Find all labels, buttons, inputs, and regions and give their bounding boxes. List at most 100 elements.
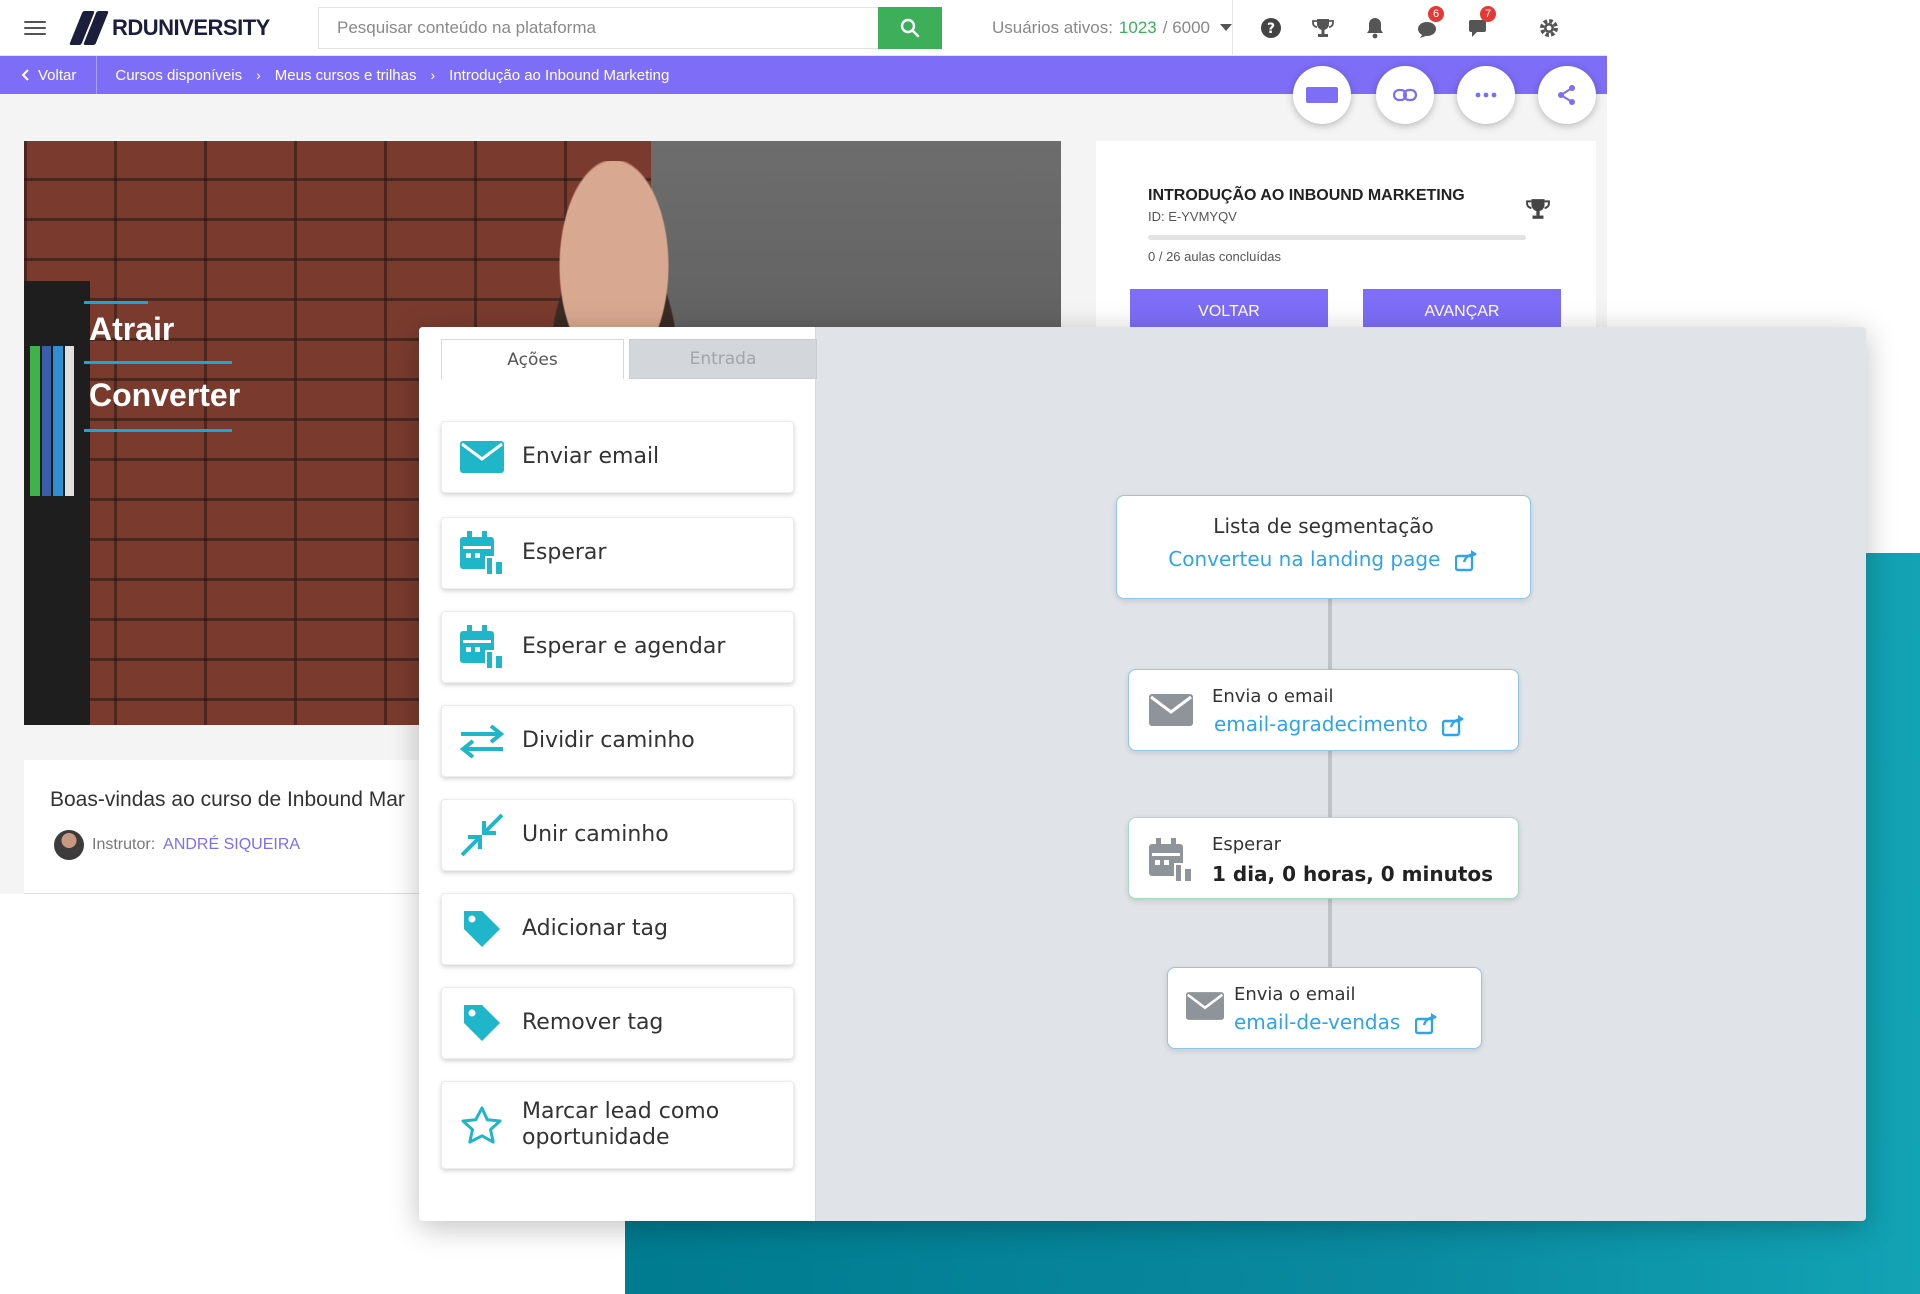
mentions-button[interactable]: 6 xyxy=(1401,0,1453,56)
course-id: ID: E-YVMYQV xyxy=(1148,209,1237,224)
gear-icon xyxy=(1540,18,1558,37)
tab-acoes[interactable]: Ações xyxy=(441,339,624,379)
video-title-line xyxy=(84,361,232,364)
segmentation-link[interactable]: Converteu na landing page xyxy=(1117,547,1530,572)
settings-button[interactable] xyxy=(1523,0,1575,56)
action-mark-opportunity[interactable]: Marcar lead como oportunidade xyxy=(441,1081,794,1169)
rd-university-logo[interactable]: RDUNIVERSITY xyxy=(69,10,310,45)
breadcrumb-courses[interactable]: Cursos disponíveis xyxy=(115,67,242,84)
svg-text:?: ? xyxy=(1267,21,1275,37)
instructor-info: Instrutor: ANDRÉ SIQUEIRA xyxy=(54,830,300,860)
envelope-icon xyxy=(1149,694,1193,726)
lesson-title: Boas-vindas ao curso de Inbound Mar xyxy=(50,788,405,811)
envelope-icon xyxy=(460,441,504,473)
automation-flow-editor: Ações Entrada Enviar email Esperar Esper… xyxy=(419,327,1866,1221)
send-email-node[interactable]: Envia o email email-agradecimento xyxy=(1128,669,1519,751)
email-link[interactable]: email-de-vendas xyxy=(1234,1010,1439,1035)
search-button[interactable] xyxy=(878,6,942,49)
notifications-button[interactable] xyxy=(1349,0,1401,56)
help-button[interactable]: ? xyxy=(1245,0,1297,56)
active-users-count: 1023 xyxy=(1118,17,1157,37)
link-icon xyxy=(1393,88,1417,102)
books-image xyxy=(30,346,74,496)
action-label: Marcar lead como oportunidade xyxy=(522,1098,720,1150)
divider xyxy=(1232,0,1233,56)
search-icon xyxy=(900,18,920,37)
messages-badge: 7 xyxy=(1480,5,1496,22)
action-send-email[interactable]: Enviar email xyxy=(441,421,794,493)
split-arrows-icon xyxy=(459,724,505,759)
calendar-icon xyxy=(460,531,504,575)
breadcrumb-my-courses[interactable]: Meus cursos e trilhas xyxy=(275,67,417,84)
node-label: Envia o email xyxy=(1234,984,1356,1005)
action-label: Esperar e agendar xyxy=(522,633,726,659)
email-name: email-de-vendas xyxy=(1234,1010,1401,1034)
tab-entrada[interactable]: Entrada xyxy=(629,339,817,379)
action-split-path[interactable]: Dividir caminho xyxy=(441,705,794,777)
action-label: Dividir caminho xyxy=(522,727,695,753)
search-bar xyxy=(318,6,942,49)
node-title: Lista de segmentação xyxy=(1213,514,1434,538)
calendar-icon xyxy=(460,625,504,669)
segmentation-list-node[interactable]: Lista de segmentação Converteu na landin… xyxy=(1116,495,1531,599)
chevron-right-icon: › xyxy=(430,67,436,83)
wait-duration: 1 dia, 0 horas, 0 minutos xyxy=(1212,862,1494,886)
instructor-label: Instrutor: xyxy=(92,836,156,853)
logo-text: UNIVERSITY xyxy=(142,14,271,40)
action-add-tag[interactable]: Adicionar tag xyxy=(441,893,794,965)
bell-icon xyxy=(1367,17,1383,38)
breadcrumb-current-course[interactable]: Introdução ao Inbound Marketing xyxy=(449,67,669,84)
chevron-down-icon xyxy=(1220,24,1233,31)
video-title-line xyxy=(84,429,232,432)
top-navbar: RDUNIVERSITY Usuários ativos: 1023 / 600… xyxy=(0,0,1607,56)
action-label: Adicionar tag xyxy=(522,915,668,941)
flow-connector xyxy=(1328,897,1332,969)
active-users-label: Usuários ativos: xyxy=(992,17,1113,37)
action-wait[interactable]: Esperar xyxy=(441,517,794,589)
back-link[interactable]: Voltar xyxy=(0,56,98,94)
external-link-icon xyxy=(1414,1012,1437,1034)
instructor-name[interactable]: ANDRÉ SIQUEIRA xyxy=(163,836,300,854)
star-icon xyxy=(461,1106,502,1144)
send-email-node[interactable]: Envia o email email-de-vendas xyxy=(1167,967,1482,1049)
share-icon xyxy=(1558,85,1575,105)
messages-button[interactable]: 7 xyxy=(1453,0,1505,56)
action-wait-schedule[interactable]: Esperar e agendar xyxy=(441,611,794,683)
breadcrumb: Voltar Cursos disponíveis › Meus cursos … xyxy=(0,56,1607,94)
menu-icon[interactable] xyxy=(0,0,70,56)
search-input[interactable] xyxy=(318,6,878,49)
wait-node[interactable]: Esperar 1 dia, 0 horas, 0 minutos xyxy=(1128,817,1519,899)
share-button[interactable] xyxy=(1538,66,1596,124)
external-link-icon xyxy=(1454,549,1477,571)
tag-icon xyxy=(464,911,500,947)
logo-mark-icon xyxy=(69,10,109,45)
action-remove-tag[interactable]: Remover tag xyxy=(441,987,794,1059)
active-users-dropdown[interactable]: Usuários ativos: 1023 / 6000 xyxy=(992,17,1233,38)
course-title: INTRODUÇÃO AO INBOUND MARKETING xyxy=(1148,187,1465,204)
trophy-button[interactable] xyxy=(1297,0,1349,56)
trophy-icon xyxy=(1526,199,1550,219)
chevron-right-icon: › xyxy=(256,67,261,83)
avatar xyxy=(54,830,84,860)
total-users-count: / 6000 xyxy=(1162,17,1211,37)
action-label: Enviar email xyxy=(522,443,660,469)
course-progress-text: 0 / 26 aulas concluídas xyxy=(1148,249,1281,264)
flow-connector xyxy=(1328,751,1332,823)
theater-mode-button[interactable] xyxy=(1293,66,1351,124)
merge-arrows-icon xyxy=(460,813,504,857)
more-options-button[interactable] xyxy=(1457,66,1515,124)
help-icon: ? xyxy=(1261,17,1281,38)
action-merge-path[interactable]: Unir caminho xyxy=(441,799,794,871)
external-link-icon xyxy=(1442,714,1465,736)
actions-palette: Ações Entrada Enviar email Esperar Esper… xyxy=(419,327,817,1221)
back-label: Voltar xyxy=(38,66,77,84)
trophy-icon xyxy=(1312,18,1334,37)
email-name: email-agradecimento xyxy=(1214,712,1428,736)
flow-connector xyxy=(1328,599,1332,671)
email-link[interactable]: email-agradecimento xyxy=(1214,712,1466,737)
node-label: Esperar xyxy=(1212,834,1282,855)
video-overlay-converter: Converter xyxy=(89,377,241,413)
mentions-badge: 6 xyxy=(1428,5,1444,22)
copy-link-button[interactable] xyxy=(1376,66,1434,124)
flow-canvas[interactable] xyxy=(816,327,1866,1221)
